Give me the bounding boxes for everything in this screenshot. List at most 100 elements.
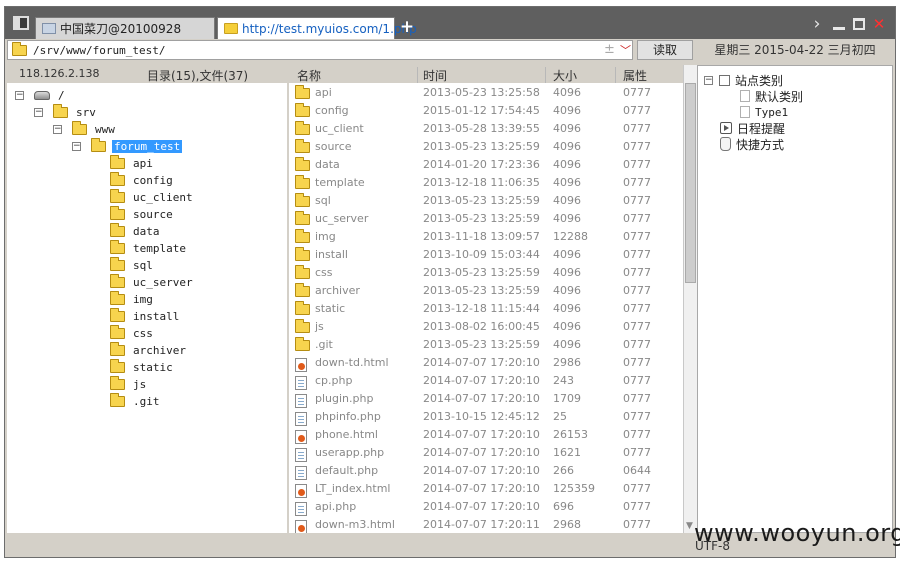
folder-icon <box>295 283 310 300</box>
site-panel-item[interactable]: Type1 <box>740 104 788 120</box>
tree-node[interactable]: static <box>110 358 175 375</box>
file-size: 2986 <box>553 356 581 369</box>
file-row[interactable]: phone.html 2014-07-07 17:20:10 26153 0777 <box>289 425 683 444</box>
tree-node-label: .git <box>133 394 160 408</box>
tab-main-label: 中国菜刀@20100928 <box>60 22 182 36</box>
collapse-icon[interactable]: − <box>72 141 81 151</box>
server-ip: 118.126.2.138 <box>19 67 100 80</box>
file-size: 4096 <box>553 302 581 315</box>
tree-node[interactable]: install <box>110 307 181 324</box>
file-time: 2013-05-23 13:25:59 <box>423 212 540 225</box>
folder-icon <box>295 247 310 264</box>
tree-node[interactable]: api <box>110 154 155 171</box>
file-size: 12288 <box>553 230 588 243</box>
collapse-icon[interactable]: − <box>34 107 43 117</box>
tree-node[interactable]: sql <box>110 256 155 273</box>
path-input[interactable]: /srv/www/forum_test/ ± ﹀ <box>7 40 633 60</box>
file-time: 2014-07-07 17:20:10 <box>423 392 540 405</box>
file-row[interactable]: template 2013-12-18 11:06:35 4096 0777 <box>289 173 683 191</box>
tree-node[interactable]: img <box>110 290 155 307</box>
file-row[interactable]: uc_server 2013-05-23 13:25:59 4096 0777 <box>289 209 683 227</box>
file-name: default.php <box>315 464 379 477</box>
file-row[interactable]: data 2014-01-20 17:23:36 4096 0777 <box>289 155 683 173</box>
file-row[interactable]: userapp.php 2014-07-07 17:20:10 1621 0777 <box>289 443 683 462</box>
file-size: 25 <box>553 410 567 423</box>
tree-node[interactable]: − srv <box>34 103 98 120</box>
file-row[interactable]: down-td.html 2014-07-07 17:20:10 2986 0777 <box>289 353 683 372</box>
tree-node[interactable]: css <box>110 324 155 341</box>
file-row[interactable]: uc_client 2013-05-28 13:39:55 4096 0777 <box>289 119 683 137</box>
tree-node[interactable]: − forum_test <box>72 137 183 154</box>
tree-node[interactable]: template <box>110 239 188 256</box>
folder-icon <box>110 375 125 390</box>
scroll-thumb[interactable] <box>685 83 696 283</box>
app-panel-icon[interactable] <box>13 16 29 30</box>
tree-node[interactable]: source <box>110 205 175 222</box>
file-row[interactable]: install 2013-10-09 15:03:44 4096 0777 <box>289 245 683 263</box>
maximize-icon[interactable] <box>851 16 867 32</box>
file-time: 2014-07-07 17:20:10 <box>423 356 540 369</box>
file-row[interactable]: js 2013-08-02 16:00:45 4096 0777 <box>289 317 683 335</box>
tab-main[interactable]: 中国菜刀@20100928 <box>35 17 215 39</box>
file-row[interactable]: static 2013-12-18 11:15:44 4096 0777 <box>289 299 683 317</box>
column-time[interactable]: 时间 <box>423 67 447 84</box>
site-panel-label: 站点类别 <box>735 73 784 88</box>
tree-node[interactable]: data <box>110 222 162 239</box>
tree-node[interactable]: js <box>110 375 148 392</box>
tree-node[interactable]: config <box>110 171 175 188</box>
scroll-down-icon[interactable]: ▼ <box>686 521 693 531</box>
new-tab-button[interactable]: + <box>399 17 415 37</box>
file-row[interactable]: css 2013-05-23 13:25:59 4096 0777 <box>289 263 683 281</box>
file-row[interactable]: down-m3.html 2014-07-07 17:20:11 2968 0777 <box>289 515 683 533</box>
collapse-icon[interactable]: − <box>15 90 24 100</box>
file-size: 243 <box>553 374 574 387</box>
file-row[interactable]: default.php 2014-07-07 17:20:10 266 0644 <box>289 461 683 480</box>
file-row[interactable]: LT_index.html 2014-07-07 17:20:10 125359 07… <box>289 479 683 498</box>
file-row[interactable]: plugin.php 2014-07-07 17:20:10 1709 0777 <box>289 389 683 408</box>
folder-icon <box>110 273 125 288</box>
file-row[interactable]: cp.php 2014-07-07 17:20:10 243 0777 <box>289 371 683 390</box>
tree-node[interactable]: uc_client <box>110 188 195 205</box>
column-attr[interactable]: 属性 <box>623 67 647 84</box>
file-name: static <box>315 302 346 315</box>
next-arrow-icon[interactable]: › <box>809 16 825 33</box>
file-size: 26153 <box>553 428 588 441</box>
collapse-icon[interactable]: − <box>704 75 713 85</box>
file-row[interactable]: api 2013-05-23 13:25:58 4096 0777 <box>289 83 683 101</box>
column-size[interactable]: 大小 <box>553 67 577 84</box>
file-row[interactable]: config 2015-01-12 17:54:45 4096 0777 <box>289 101 683 119</box>
checkbox-icon <box>719 74 730 86</box>
file-time: 2013-05-23 13:25:59 <box>423 284 540 297</box>
file-row[interactable]: .git 2013-05-23 13:25:59 4096 0777 <box>289 335 683 353</box>
tree-node[interactable]: − / <box>15 87 67 103</box>
file-row[interactable]: img 2013-11-18 13:09:57 12288 0777 <box>289 227 683 245</box>
file-row[interactable]: archiver 2013-05-23 13:25:59 4096 0777 <box>289 281 683 299</box>
collapse-icon[interactable]: − <box>53 124 62 134</box>
read-button[interactable]: 读取 <box>637 40 693 60</box>
file-row[interactable]: sql 2013-05-23 13:25:59 4096 0777 <box>289 191 683 209</box>
folder-icon <box>110 290 125 305</box>
tree-node[interactable]: .git <box>110 392 162 409</box>
tab-shell[interactable]: http://test.myuios.com/1.php <box>217 17 417 39</box>
tree-node[interactable]: archiver <box>110 341 188 358</box>
site-panel-item[interactable]: 快捷方式 <box>720 136 784 152</box>
tree-node[interactable]: − www <box>53 120 117 137</box>
folder-icon <box>110 341 125 356</box>
file-list-scrollbar[interactable]: ▼ <box>683 65 697 533</box>
site-panel-item[interactable]: 默认类别 <box>740 88 803 104</box>
file-name: uc_server <box>315 212 369 225</box>
close-icon[interactable]: ✕ <box>871 16 887 32</box>
file-row[interactable]: phpinfo.php 2013-10-15 12:45:12 25 0777 <box>289 407 683 426</box>
site-panel-item[interactable]: 日程提醒 <box>720 120 785 136</box>
add-bookmark-icon[interactable]: ± <box>604 42 615 57</box>
site-panel-item[interactable]: − 站点类别 <box>704 72 783 88</box>
tree-node-label: img <box>133 292 153 306</box>
file-size: 4096 <box>553 194 581 207</box>
chevron-down-icon[interactable]: ﹀ <box>620 42 631 58</box>
tree-node[interactable]: uc_server <box>110 273 195 290</box>
minimize-icon[interactable] <box>831 16 847 32</box>
column-name[interactable]: 名称 <box>297 67 321 84</box>
file-row[interactable]: source 2013-05-23 13:25:59 4096 0777 <box>289 137 683 155</box>
directory-tree: − / − srv − www − forum_test api config uc_client s… <box>7 83 287 533</box>
file-row[interactable]: api.php 2014-07-07 17:20:10 696 0777 <box>289 497 683 516</box>
